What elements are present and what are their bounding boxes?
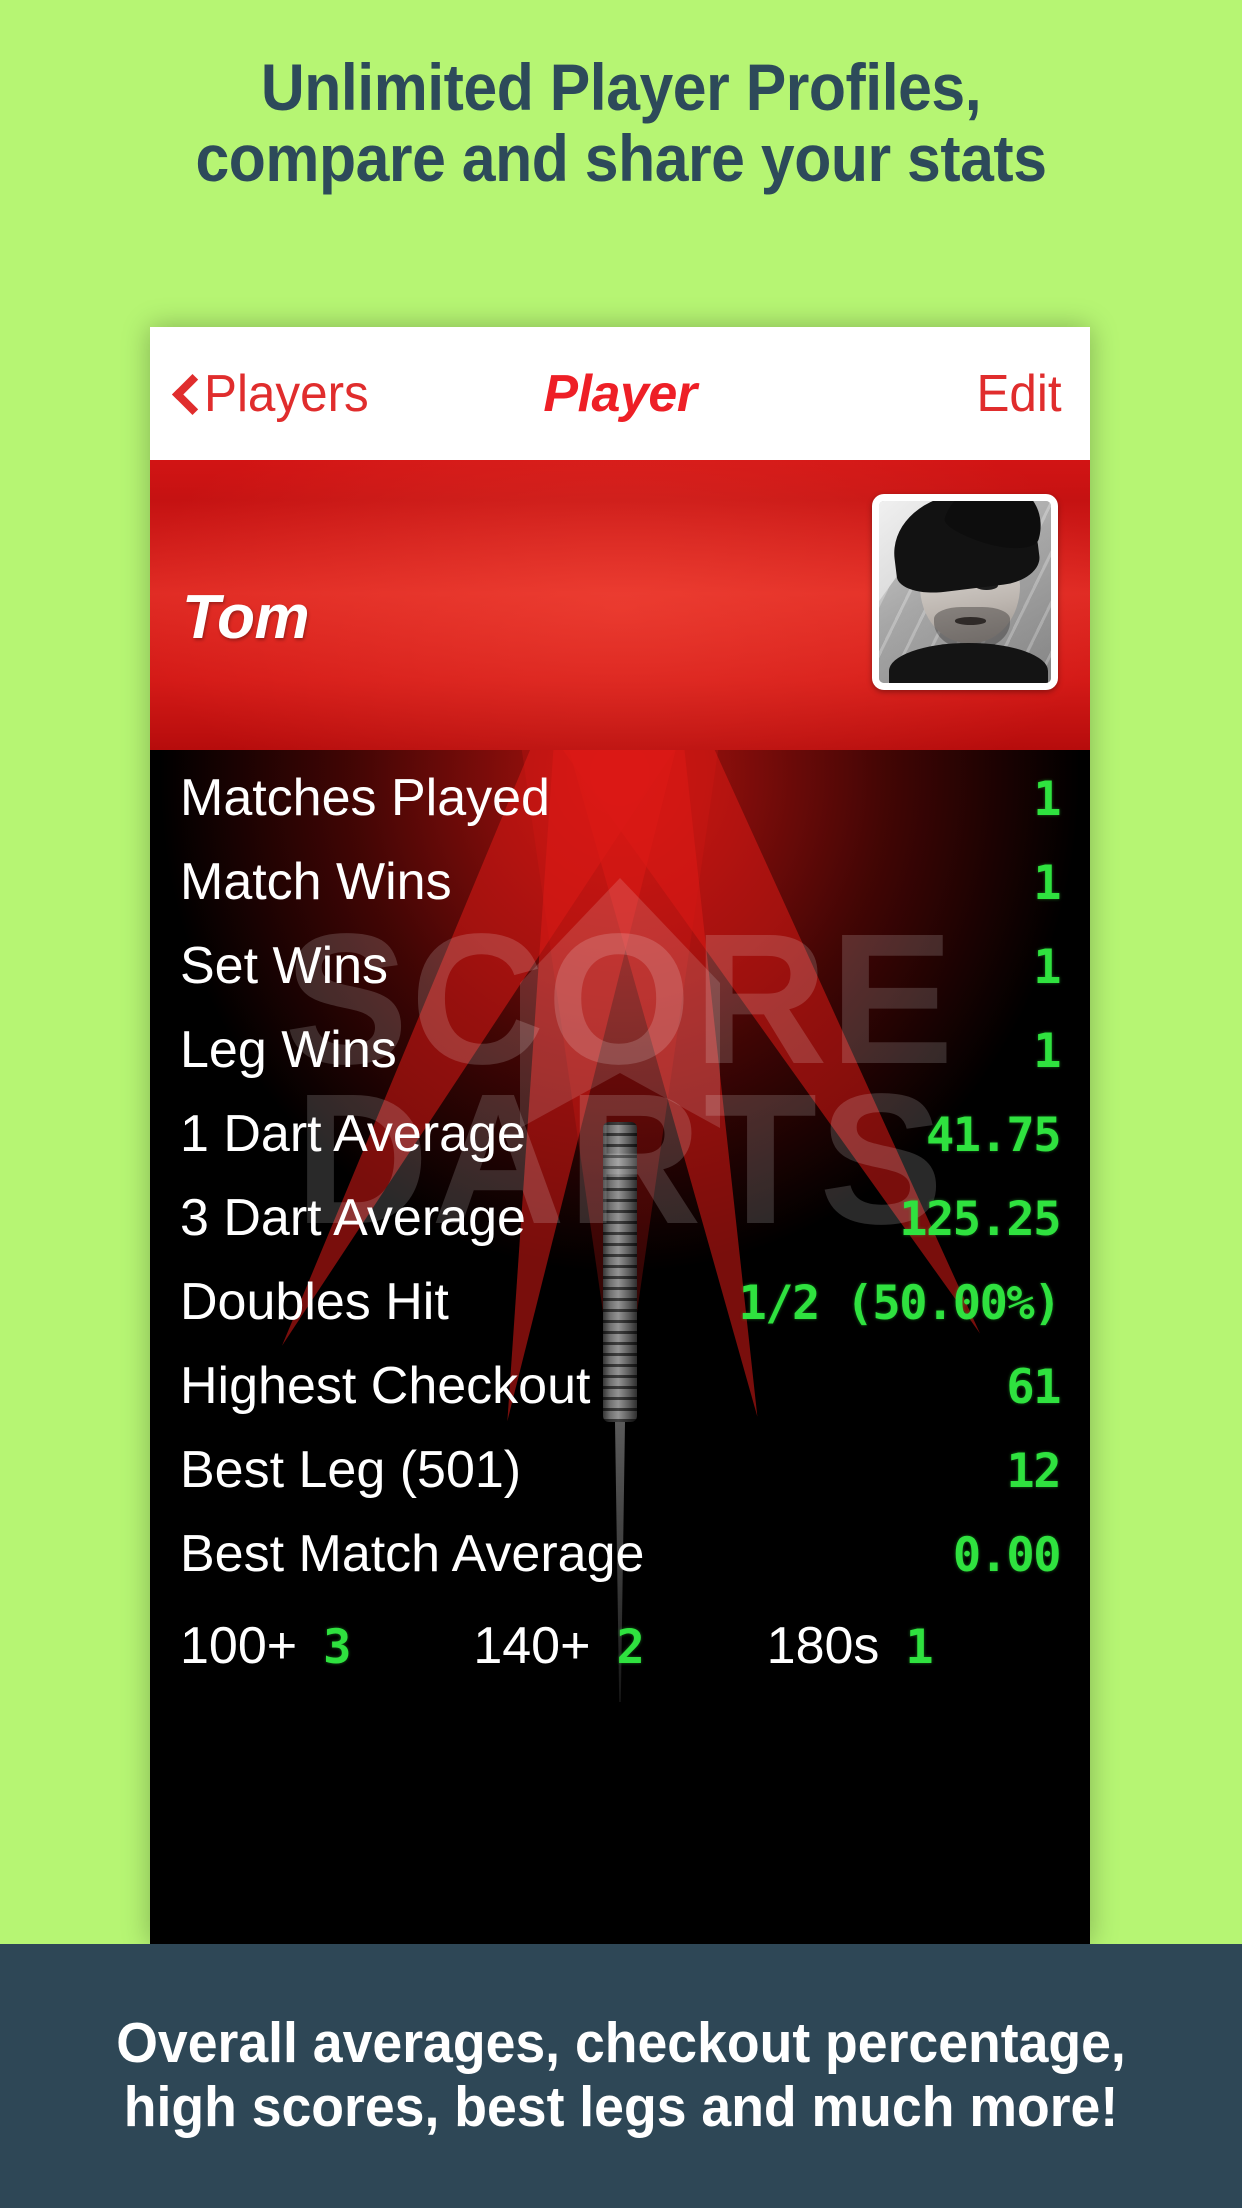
chevron-left-icon: [172, 372, 198, 416]
footer-line-2: high scores, best legs and much more!: [123, 2075, 1119, 2139]
stat-label: Set Wins: [180, 937, 389, 995]
stat-value: 1: [1033, 1024, 1061, 1079]
stat-label: Highest Checkout: [180, 1357, 591, 1415]
stat-value: 1: [1033, 772, 1061, 827]
promo-footer: Overall averages, checkout percentage, h…: [0, 1944, 1242, 2208]
stat-row: Match Wins 1: [180, 852, 1061, 936]
profile-header: Tom x01 Cricket History: [150, 460, 1090, 750]
stat-row: Best Match Average 0.00: [180, 1524, 1062, 1608]
counter-140plus: 140+ 2: [473, 1616, 766, 1676]
stat-value: 1: [1033, 940, 1061, 995]
stats-list: Matches Played 1 Match Wins 1 Set Wins 1…: [150, 750, 1090, 1608]
stat-row: Leg Wins 1: [180, 1020, 1061, 1104]
stat-label: 1 Dart Average: [180, 1105, 526, 1163]
stat-row: Highest Checkout 61: [180, 1356, 1061, 1440]
counter-180s: 180s 1: [767, 1616, 1060, 1676]
stat-row: 3 Dart Average 125.25: [180, 1188, 1061, 1272]
edit-button[interactable]: Edit: [977, 364, 1062, 424]
player-name: Tom: [182, 583, 310, 652]
stat-value: 61: [1006, 1360, 1061, 1415]
avatar[interactable]: [872, 494, 1058, 690]
stat-value: 41.75: [926, 1108, 1061, 1163]
stat-label: Doubles Hit: [180, 1273, 449, 1331]
stat-value: 0.00: [952, 1528, 1062, 1583]
counter-100plus: 100+ 3: [180, 1616, 473, 1676]
counter-value: 1: [905, 1620, 934, 1675]
counter-label: 100+: [180, 1617, 298, 1675]
back-button-label: Players: [204, 364, 369, 423]
stat-label: 3 Dart Average: [180, 1189, 526, 1247]
back-button[interactable]: Players: [172, 364, 377, 424]
stat-row: Set Wins 1: [180, 936, 1061, 1020]
headline-line-2: compare and share your stats: [195, 121, 1047, 196]
headline-line-1: Unlimited Player Profiles,: [260, 50, 982, 124]
stat-label: Best Leg (501): [180, 1441, 522, 1499]
stat-value: 12: [1006, 1444, 1061, 1499]
counter-value: 2: [616, 1620, 645, 1675]
counter-value: 3: [323, 1620, 352, 1675]
avatar-photo: [879, 501, 1051, 683]
navigation-bar: Players Player Edit: [150, 327, 1090, 460]
stat-label: Best Match Average: [180, 1525, 645, 1583]
counter-label: 140+: [473, 1617, 591, 1675]
stat-value: 1: [1033, 856, 1061, 911]
stat-row: Best Leg (501) 12: [180, 1440, 1061, 1524]
stat-label: Match Wins: [180, 853, 452, 911]
app-screenshot: Players Player Edit Tom Matches Played 1…: [150, 327, 1090, 1944]
stat-row: Doubles Hit 1/2 (50.00%): [180, 1272, 1061, 1356]
stat-label: Leg Wins: [180, 1021, 397, 1079]
stat-row: Matches Played 1: [180, 768, 1061, 852]
counter-label: 180s: [766, 1617, 880, 1675]
stat-value: 1/2 (50.00%): [738, 1276, 1061, 1331]
stat-row: 1 Dart Average 41.75: [180, 1104, 1061, 1188]
stat-value: 125.25: [899, 1192, 1061, 1247]
high-score-counters: 100+ 3 140+ 2 180s 1: [150, 1608, 1090, 1700]
stat-label: Matches Played: [180, 769, 550, 827]
stats-panel: SCORE DARTS Matches Played 1 Match Wins …: [150, 750, 1090, 1944]
promo-headline: Unlimited Player Profiles, compare and s…: [50, 50, 1193, 196]
footer-line-1: Overall averages, checkout percentage,: [116, 2011, 1126, 2076]
